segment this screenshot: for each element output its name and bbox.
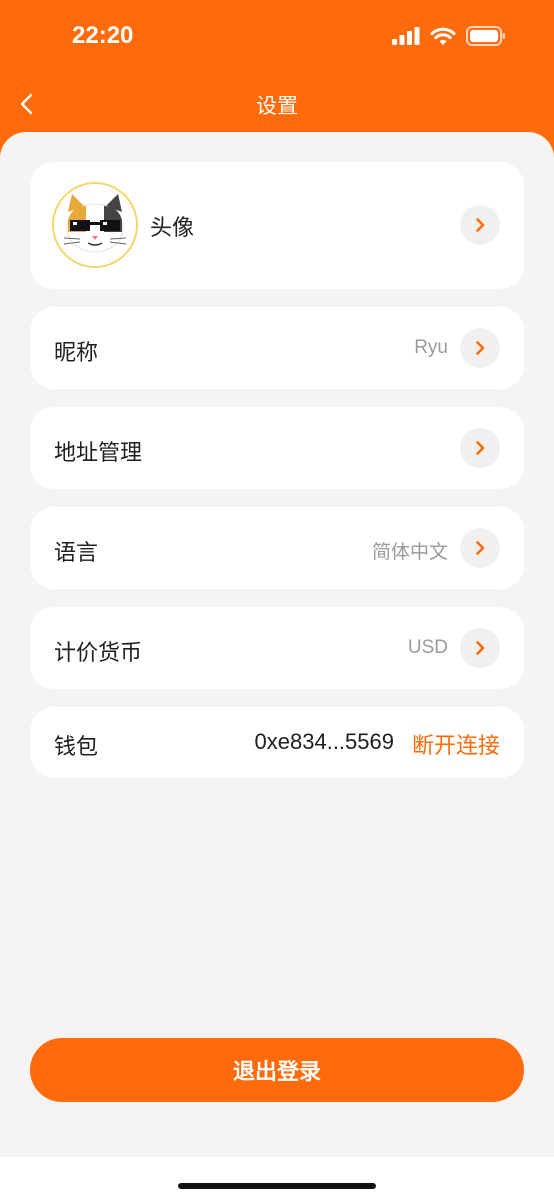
currency-row[interactable]: 计价货币 USD bbox=[30, 607, 524, 689]
cellular-signal-icon bbox=[392, 27, 420, 45]
nickname-row[interactable]: 昵称 Ryu bbox=[30, 307, 524, 389]
nickname-value: Ryu bbox=[414, 337, 448, 358]
status-bar: 22:20 bbox=[0, 0, 554, 76]
chevron-right-icon[interactable] bbox=[460, 628, 500, 668]
logout-button[interactable]: 退出登录 bbox=[30, 1038, 524, 1102]
avatar bbox=[52, 182, 138, 268]
home-indicator[interactable] bbox=[178, 1183, 376, 1189]
wallet-label: 钱包 bbox=[54, 735, 99, 760]
status-time: 22:20 bbox=[72, 22, 134, 49]
avatar-row[interactable]: 头像 bbox=[30, 162, 524, 289]
language-row[interactable]: 语言 简体中文 bbox=[30, 507, 524, 589]
avatar-label: 头像 bbox=[150, 216, 195, 241]
language-label: 语言 bbox=[54, 541, 99, 566]
address-management-label: 地址管理 bbox=[54, 441, 143, 466]
nav-bar: 设置 bbox=[0, 76, 554, 132]
chevron-right-icon[interactable] bbox=[460, 528, 500, 568]
battery-icon bbox=[466, 26, 505, 46]
home-indicator-area bbox=[0, 1157, 554, 1200]
currency-value: USD bbox=[407, 637, 448, 658]
chevron-right-icon[interactable] bbox=[460, 328, 500, 368]
wallet-row: 钱包 0xe834...5569 断开连接 bbox=[30, 707, 524, 778]
disconnect-button[interactable]: 断开连接 bbox=[412, 728, 500, 760]
status-icons bbox=[392, 26, 506, 46]
nickname-label: 昵称 bbox=[54, 341, 99, 366]
language-value: 简体中文 bbox=[371, 542, 448, 563]
chevron-right-icon[interactable] bbox=[460, 428, 500, 468]
wifi-icon bbox=[430, 27, 456, 45]
page-title: 设置 bbox=[256, 94, 298, 118]
address-management-row[interactable]: 地址管理 bbox=[30, 407, 524, 489]
chevron-right-icon[interactable] bbox=[460, 205, 500, 245]
settings-content: 头像 昵称 Ryu 地址管理 语言 简体中文 计价货币 USD 钱包 0xe83… bbox=[0, 132, 554, 1157]
cat-avatar-icon bbox=[54, 184, 136, 266]
currency-label: 计价货币 bbox=[54, 641, 143, 666]
wallet-address: 0xe834...5569 bbox=[254, 729, 394, 754]
